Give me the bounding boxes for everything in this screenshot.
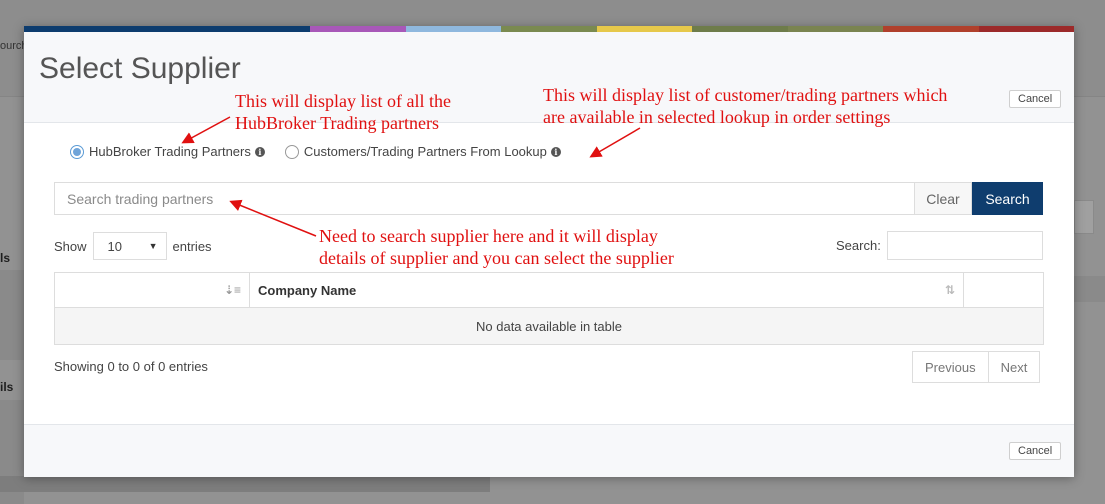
background-bar (1074, 276, 1105, 302)
pagination: Previous Next (912, 351, 1041, 383)
caret-down-icon: ▼ (148, 241, 158, 251)
previous-button[interactable]: Previous (912, 351, 989, 383)
background-label: ils (0, 380, 14, 394)
length-control: Show 10 ▼ entries (54, 232, 212, 260)
background-label: ls (0, 251, 11, 265)
annotation-lookup: This will display list of customer/tradi… (543, 85, 948, 127)
sort-icon: ⇅ (944, 283, 955, 297)
table-filter: Search: (836, 231, 1043, 260)
source-radio-group: HubBroker Trading Partners i Customers/T… (70, 144, 561, 159)
background-bottom-bar (0, 476, 490, 492)
column-header-select[interactable]: ⇣≡ (54, 272, 250, 308)
search-button[interactable]: Search (972, 182, 1043, 215)
column-header-company-name[interactable]: Company Name ⇅ (249, 272, 964, 308)
radio-hubbroker-label[interactable]: HubBroker Trading Partners (89, 144, 251, 159)
info-icon[interactable]: i (254, 146, 265, 157)
empty-table-message: No data available in table (54, 307, 1044, 345)
table-info: Showing 0 to 0 of 0 entries (54, 359, 208, 374)
search-input[interactable] (54, 182, 914, 215)
show-label: Show (54, 238, 87, 254)
column-header-label: Company Name (258, 282, 357, 298)
entries-select-value: 10 (107, 238, 122, 254)
sort-icon: ⇣≡ (223, 283, 241, 297)
clear-button[interactable]: Clear (914, 182, 972, 215)
radio-lookup[interactable] (284, 144, 299, 159)
entries-select[interactable]: 10 ▼ (92, 232, 167, 260)
annotation-search: Need to search supplier here and it will… (319, 226, 674, 268)
filter-label: Search: (836, 238, 881, 253)
supplier-table: ⇣≡ Company Name ⇅ No data available in t… (54, 272, 1044, 345)
header-cancel-button[interactable]: Cancel (1009, 90, 1062, 108)
table-header-row: ⇣≡ Company Name ⇅ (54, 272, 1044, 308)
entries-label: entries (172, 238, 212, 254)
footer-cancel-button[interactable]: Cancel (1009, 442, 1062, 460)
next-button[interactable]: Next (988, 351, 1041, 383)
search-group: Clear Search (54, 182, 1043, 215)
filter-input[interactable] (886, 231, 1043, 260)
modal-footer: Cancel (24, 424, 1074, 477)
radio-lookup-label[interactable]: Customers/Trading Partners From Lookup (304, 144, 547, 159)
table-row: No data available in table (54, 307, 1044, 345)
info-icon[interactable]: i (550, 146, 561, 157)
background-box (1074, 200, 1094, 234)
radio-hubbroker[interactable] (70, 144, 84, 159)
annotation-hubbroker: This will display list of all the HubBro… (235, 91, 451, 133)
column-header-extra (963, 272, 1044, 308)
modal-title: Select Supplier (39, 52, 241, 85)
background-panel (0, 270, 24, 360)
